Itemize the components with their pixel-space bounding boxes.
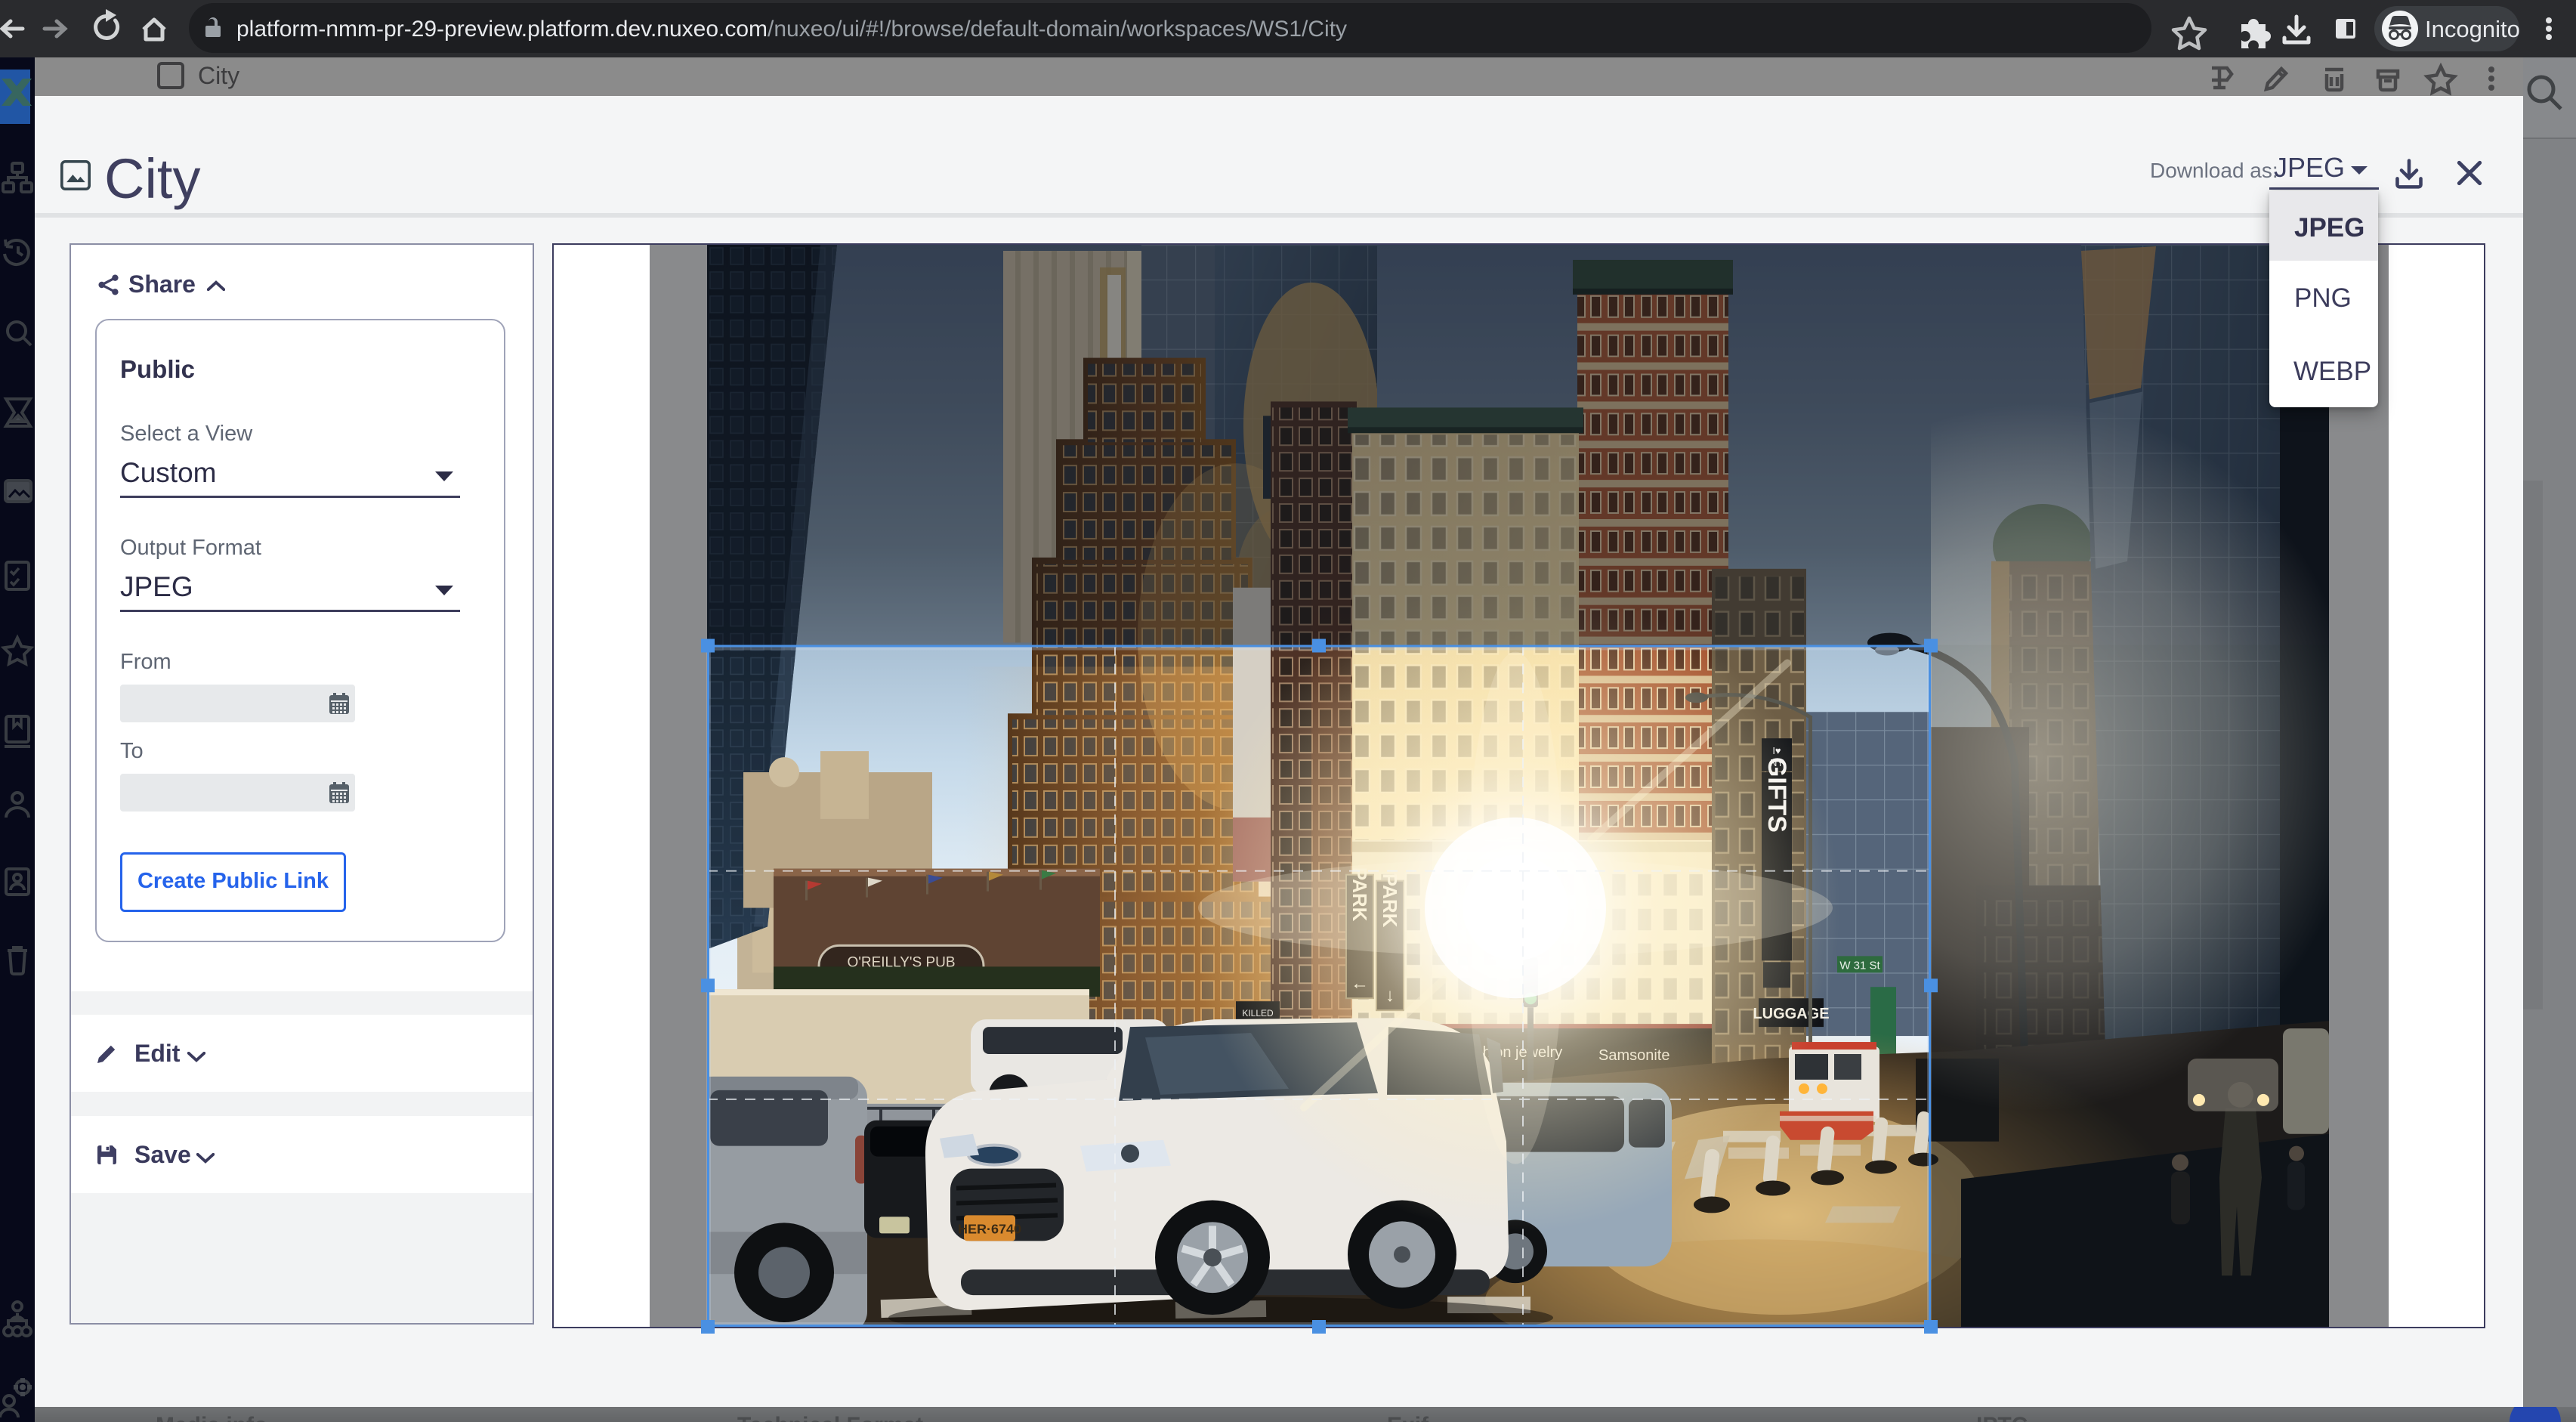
- svg-text:platform-nmm-pr-29-preview.pla: platform-nmm-pr-29-preview.platform.dev.…: [236, 17, 1347, 42]
- svg-text:HER·6740: HER·6740: [958, 1221, 1021, 1236]
- svg-text:W 31 St: W 31 St: [1839, 959, 1880, 972]
- svg-text:Incognito: Incognito: [2425, 16, 2520, 42]
- svg-text:City: City: [198, 62, 239, 89]
